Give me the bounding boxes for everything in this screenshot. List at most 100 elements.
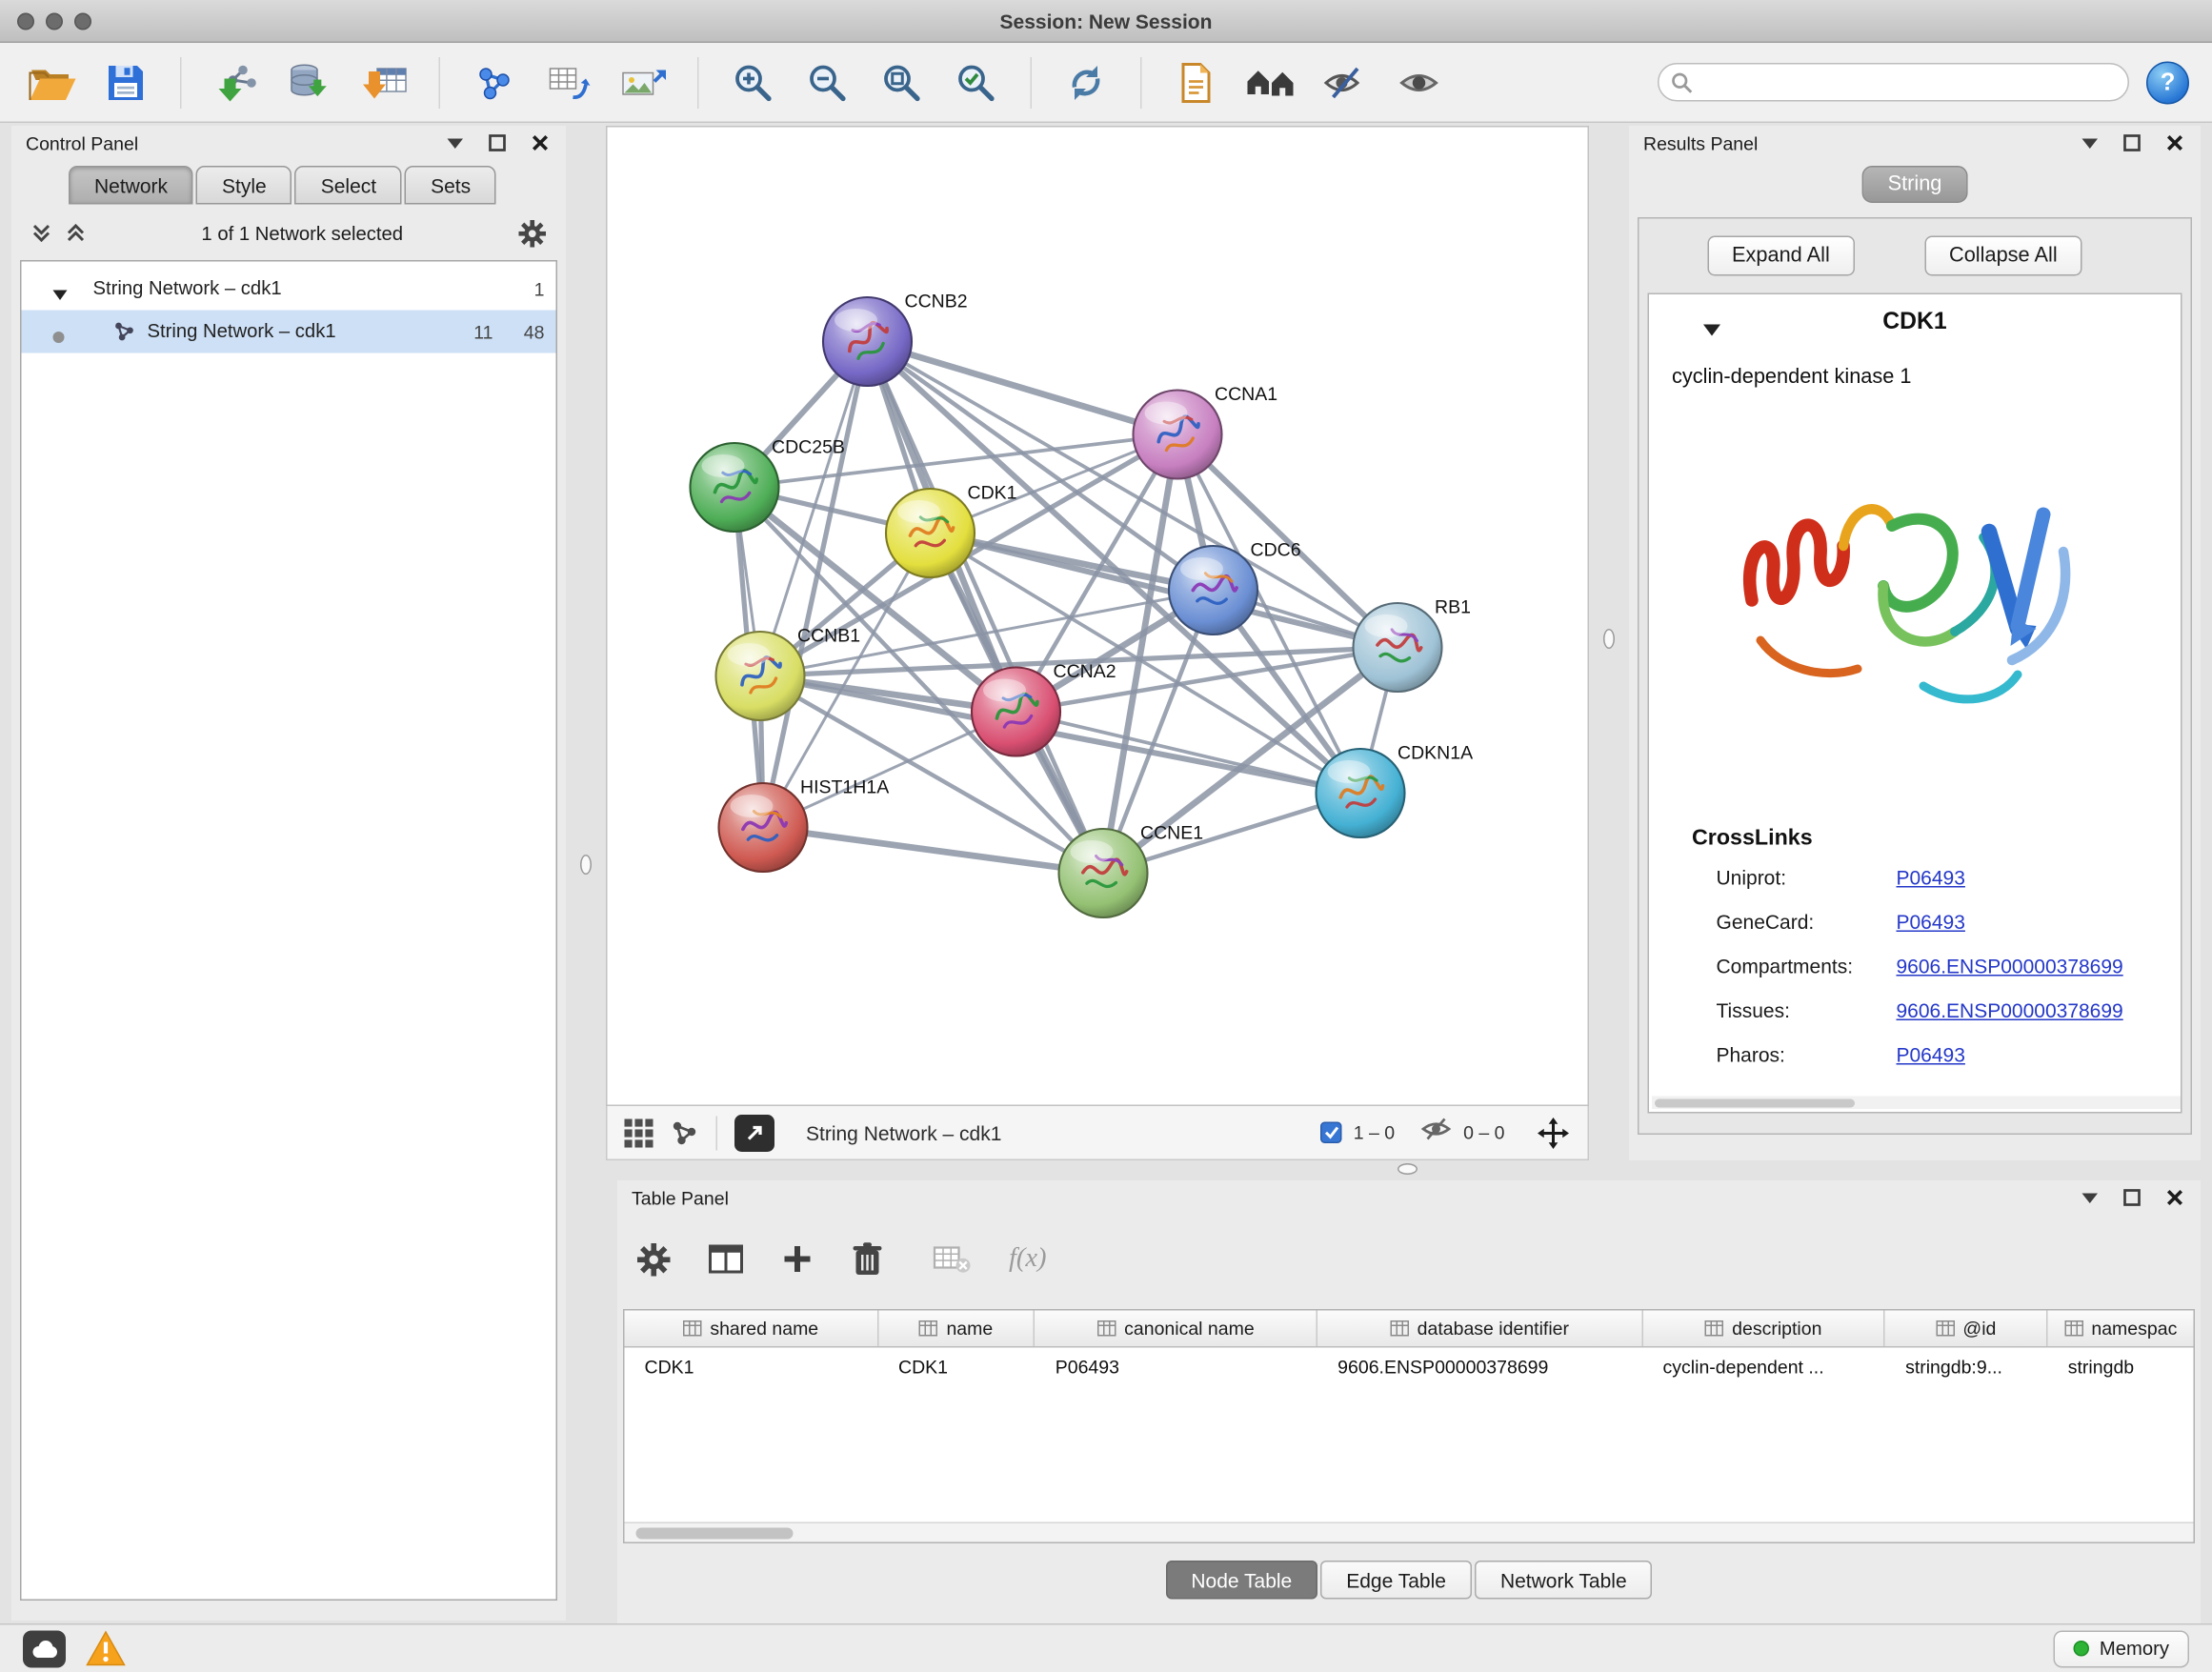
crosslink-link[interactable]: P06493 [1897,866,1965,889]
zoom-fit-button[interactable] [874,50,931,113]
control-panel-title: Control Panel [26,132,138,154]
import-network-from-file-button[interactable] [208,50,265,113]
tab-string[interactable]: String [1862,166,1968,203]
collapse-all-networks-icon[interactable] [31,223,51,243]
control-panel-close-icon[interactable] [529,131,552,154]
column-header[interactable]: @id [1885,1311,2048,1347]
tab-select[interactable]: Select [295,166,402,205]
results-panel-float-icon[interactable] [2121,131,2143,154]
show-columns-icon[interactable] [708,1242,745,1277]
application-window: Session: New Session [0,0,2212,1672]
show-all-button[interactable] [1391,50,1448,113]
svg-text:CCNE1: CCNE1 [1140,823,1203,844]
network-collection-row[interactable]: String Network – cdk1 1 [22,268,556,311]
control-panel-float-icon[interactable] [486,131,509,154]
expand-all-button[interactable]: Expand All [1708,236,1855,276]
table-panel-float-icon[interactable] [2121,1186,2143,1209]
cloud-services-icon[interactable] [23,1630,66,1667]
crosslink-link[interactable]: 9606.ENSP00000378699 [1897,999,2123,1022]
table-panel-close-icon[interactable] [2163,1186,2186,1209]
results-panel-close-icon[interactable] [2163,131,2186,154]
network-view-dot-icon [53,326,65,348]
table-horizontal-scrollbar[interactable] [625,1522,2194,1542]
hide-selected-button[interactable] [1317,50,1374,113]
bottom-splitter-grip[interactable] [1398,1163,1418,1175]
maximize-window-button[interactable] [74,12,91,30]
network-options-gear-icon[interactable] [519,219,547,247]
table-cell[interactable]: stringdb:9... [1885,1357,2048,1379]
crosslink-row: GeneCard: P06493 [1649,911,2181,948]
search-icon [1671,71,1694,102]
tab-style[interactable]: Style [196,166,292,205]
import-table-from-file-button[interactable] [356,50,413,113]
tab-node-table[interactable]: Node Table [1165,1561,1317,1600]
table-row[interactable]: CDK1 CDK1 P06493 9606.ENSP00000378699 cy… [625,1348,2194,1387]
collapse-all-button[interactable]: Collapse All [1925,236,2082,276]
results-panel-collapse-icon[interactable] [2078,131,2101,154]
save-session-button[interactable] [97,50,154,113]
refresh-button[interactable] [1057,50,1115,113]
open-document-button[interactable] [1168,50,1225,113]
grid-view-icon[interactable] [625,1118,654,1147]
table-type-tabs: Node Table Edge Table Network Table [617,1561,2201,1600]
hidden-eye-icon[interactable] [1420,1117,1452,1150]
help-button[interactable]: ? [2146,61,2189,104]
column-header[interactable]: name [878,1311,1036,1347]
zoom-out-button[interactable] [799,50,856,113]
expand-all-networks-icon[interactable] [66,223,86,243]
right-splitter-grip[interactable] [1603,629,1615,649]
pan-crosshair-icon[interactable] [1537,1116,1571,1150]
zoom-in-button[interactable] [725,50,782,113]
tab-sets[interactable]: Sets [405,166,496,205]
network-row[interactable]: String Network – cdk1 11 48 [22,311,556,353]
first-neighbors-button[interactable] [1242,50,1299,113]
export-image-button[interactable] [614,50,672,113]
results-panel-title: Results Panel [1643,132,1758,154]
table-cell[interactable]: cyclin-dependent ... [1643,1357,1886,1379]
zoom-selected-button[interactable] [948,50,1005,113]
detach-view-button[interactable] [734,1114,774,1151]
warnings-icon[interactable] [86,1631,126,1667]
column-header[interactable]: canonical name [1036,1311,1317,1347]
table-cell[interactable]: CDK1 [878,1357,1036,1379]
crosslink-link[interactable]: 9606.ENSP00000378699 [1897,955,2123,977]
network-view-icon[interactable] [671,1118,699,1147]
collection-expand-icon[interactable] [53,283,68,305]
network-type-icon [113,320,136,348]
string-results-container: Expand All Collapse All CDK1 cyclin-depe… [1638,217,2192,1135]
network-label: String Network – cdk1 [148,320,336,342]
open-session-button[interactable] [23,50,80,113]
control-panel: Control Panel Network Style Select Sets … [11,126,566,1621]
new-network-button[interactable] [466,50,523,113]
search-input[interactable] [1658,63,2129,102]
table-settings-gear-icon[interactable] [637,1242,671,1276]
crosslink-link[interactable]: P06493 [1897,911,1965,934]
delete-column-trash-icon[interactable] [851,1240,885,1278]
tab-edge-table[interactable]: Edge Table [1320,1561,1472,1600]
network-canvas[interactable]: CCNB2CCNA1CDC25BCDK1CDC6RB1CCNB1CCNA2CDK… [608,128,1588,1105]
column-header[interactable]: shared name [625,1311,879,1347]
table-cell[interactable]: stringdb [2048,1357,2194,1379]
table-cell[interactable]: CDK1 [625,1357,879,1379]
table-cell[interactable]: 9606.ENSP00000378699 [1317,1357,1642,1379]
selected-checkbox-icon[interactable] [1320,1122,1342,1144]
crosslink-link[interactable]: P06493 [1897,1043,1965,1066]
column-header[interactable]: description [1643,1311,1886,1347]
column-header[interactable]: database identifier [1317,1311,1642,1347]
add-column-icon[interactable] [782,1243,814,1275]
minimize-window-button[interactable] [46,12,63,30]
tab-network-table[interactable]: Network Table [1475,1561,1653,1600]
control-panel-collapse-icon[interactable] [443,131,466,154]
close-window-button[interactable] [17,12,34,30]
tab-network[interactable]: Network [69,166,193,205]
import-network-from-database-button[interactable] [282,50,339,113]
column-header[interactable]: namespac [2048,1311,2194,1347]
table-cell[interactable]: P06493 [1036,1357,1317,1379]
create-network-from-table-button[interactable] [540,50,597,113]
results-horizontal-scrollbar[interactable] [1652,1097,2181,1110]
left-splitter-grip[interactable] [580,855,592,875]
memory-button[interactable]: Memory [2054,1630,2189,1667]
table-panel-collapse-icon[interactable] [2078,1186,2101,1209]
crosslink-row: Pharos: P06493 [1649,1043,2181,1080]
collection-network-count: 1 [534,279,545,301]
